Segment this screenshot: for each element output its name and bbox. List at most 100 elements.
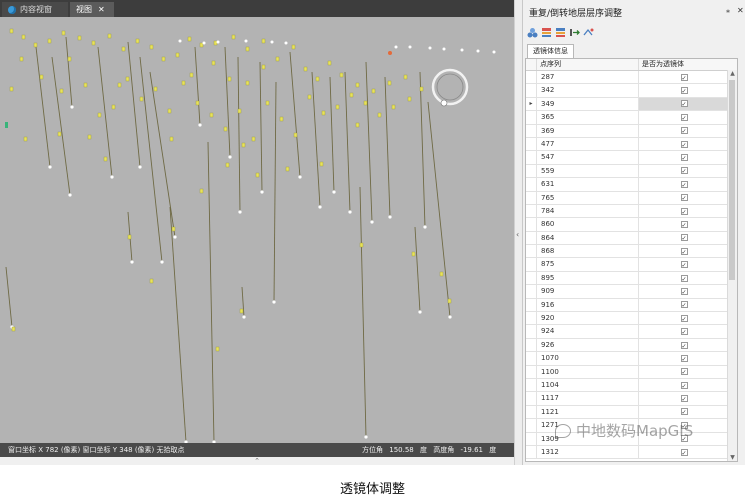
- row-selector[interactable]: [526, 285, 537, 298]
- is-lens-checkbox[interactable]: ✓: [680, 381, 688, 390]
- row-selector[interactable]: [526, 258, 537, 271]
- is-lens-checkbox[interactable]: ✓: [680, 314, 688, 323]
- row-selector[interactable]: [526, 378, 537, 392]
- table-row[interactable]: ▸ 349 ✓: [526, 97, 737, 112]
- shuffle-icon[interactable]: [583, 27, 594, 38]
- close-icon[interactable]: ✕: [98, 5, 105, 14]
- is-lens-checkbox[interactable]: ✓: [680, 127, 688, 135]
- table-row[interactable]: 342 ✓: [526, 84, 737, 98]
- tab-content-view[interactable]: 内容视窗: [2, 2, 68, 17]
- table-row[interactable]: 864 ✓: [526, 231, 737, 246]
- column-header-is-lens[interactable]: 是否为透镜体: [639, 59, 729, 70]
- table-row[interactable]: 784 ✓: [526, 204, 737, 219]
- is-lens-checkbox[interactable]: ✓: [680, 247, 688, 256]
- row-selector[interactable]: [526, 111, 537, 124]
- row-selector[interactable]: [526, 84, 537, 97]
- flip-icon[interactable]: [555, 27, 566, 38]
- is-lens-checkbox[interactable]: ✓: [680, 140, 688, 149]
- row-selector[interactable]: [526, 405, 537, 419]
- table-row[interactable]: 1104 ✓: [526, 378, 737, 393]
- table-row[interactable]: 920 ✓: [526, 312, 737, 326]
- is-lens-checkbox[interactable]: ✓: [680, 154, 688, 162]
- table-row[interactable]: 860 ✓: [526, 218, 737, 232]
- table-row[interactable]: 365 ✓: [526, 111, 737, 125]
- row-selector[interactable]: [526, 365, 537, 378]
- row-selector[interactable]: [526, 204, 537, 218]
- panel-splitter[interactable]: ‹: [514, 0, 522, 465]
- row-selector[interactable]: [526, 71, 537, 84]
- is-lens-checkbox[interactable]: ✓: [680, 261, 688, 269]
- row-selector[interactable]: [526, 271, 537, 285]
- is-lens-checkbox[interactable]: ✓: [680, 395, 688, 403]
- is-lens-checkbox[interactable]: ✓: [680, 287, 688, 296]
- scroll-up-icon[interactable]: ▲: [728, 70, 737, 77]
- is-lens-checkbox[interactable]: ✓: [680, 113, 688, 122]
- row-selector[interactable]: [526, 338, 537, 352]
- table-row[interactable]: 1070 ✓: [526, 352, 737, 366]
- is-lens-checkbox[interactable]: ✓: [680, 207, 688, 216]
- row-selector[interactable]: [526, 151, 537, 164]
- table-row[interactable]: 765 ✓: [526, 191, 737, 205]
- row-selector[interactable]: ▸: [526, 97, 537, 111]
- table-row[interactable]: 875 ✓: [526, 258, 737, 272]
- table-row[interactable]: 916 ✓: [526, 298, 737, 313]
- borehole-scene[interactable]: [0, 17, 514, 457]
- bottom-panel-grip[interactable]: ⌃: [0, 457, 514, 465]
- is-lens-checkbox[interactable]: ✓: [680, 220, 688, 229]
- tab-lens-info[interactable]: 透镜体信息: [527, 44, 574, 58]
- is-lens-checkbox[interactable]: ✓: [680, 341, 688, 350]
- layers-icon[interactable]: [527, 27, 538, 38]
- table-row[interactable]: 926 ✓: [526, 338, 737, 353]
- tab-view[interactable]: 视图 ✕: [70, 2, 114, 17]
- row-selector[interactable]: [526, 312, 537, 325]
- table-scrollbar[interactable]: ▲ ▼: [727, 70, 737, 461]
- is-lens-checkbox[interactable]: ✓: [680, 180, 688, 189]
- row-selector[interactable]: [526, 137, 537, 151]
- table-row[interactable]: 895 ✓: [526, 271, 737, 286]
- row-selector[interactable]: [526, 392, 537, 405]
- table-row[interactable]: 631 ✓: [526, 178, 737, 192]
- row-selector[interactable]: [526, 124, 537, 137]
- pin-icon[interactable]: ⁎: [726, 6, 730, 15]
- is-lens-checkbox[interactable]: ✓: [680, 100, 688, 108]
- row-selector[interactable]: [526, 245, 537, 258]
- row-selector[interactable]: [526, 218, 537, 231]
- column-header-sequence[interactable]: 点序列: [537, 59, 639, 70]
- table-row[interactable]: 909 ✓: [526, 285, 737, 299]
- is-lens-checkbox[interactable]: ✓: [680, 408, 688, 416]
- is-lens-checkbox[interactable]: ✓: [680, 368, 688, 376]
- is-lens-checkbox[interactable]: ✓: [680, 87, 688, 95]
- row-selector[interactable]: [526, 231, 537, 245]
- is-lens-checkbox[interactable]: ✓: [680, 234, 688, 242]
- row-selector[interactable]: [526, 432, 537, 445]
- reorder-icon[interactable]: [541, 27, 552, 38]
- table-row[interactable]: 1312 ✓: [526, 445, 737, 460]
- is-lens-checkbox[interactable]: ✓: [680, 448, 688, 457]
- is-lens-checkbox[interactable]: ✓: [680, 301, 688, 309]
- scrollbar-thumb[interactable]: [729, 80, 735, 280]
- table-row[interactable]: 868 ✓: [526, 245, 737, 259]
- table-row[interactable]: 477 ✓: [526, 137, 737, 152]
- row-selector[interactable]: [526, 164, 537, 178]
- is-lens-checkbox[interactable]: ✓: [680, 354, 688, 363]
- table-row[interactable]: 369 ✓: [526, 124, 737, 138]
- is-lens-checkbox[interactable]: ✓: [680, 73, 688, 82]
- table-row[interactable]: 1100 ✓: [526, 365, 737, 379]
- table-row[interactable]: 1121 ✓: [526, 405, 737, 420]
- move-icon[interactable]: [569, 27, 580, 38]
- row-selector[interactable]: [526, 352, 537, 365]
- row-selector[interactable]: [526, 419, 537, 432]
- is-lens-checkbox[interactable]: ✓: [680, 328, 688, 336]
- close-icon[interactable]: ✕: [737, 6, 744, 15]
- table-row[interactable]: 924 ✓: [526, 325, 737, 339]
- scroll-down-icon[interactable]: ▼: [728, 454, 737, 461]
- row-selector[interactable]: [526, 445, 537, 459]
- chevron-left-icon[interactable]: ‹: [516, 230, 519, 239]
- is-lens-checkbox[interactable]: ✓: [680, 274, 688, 283]
- scene-viewport[interactable]: 窗口坐标 X 782 (像素) 窗口坐标 Y 348 (像素) 无拾取点 方位角…: [0, 17, 514, 457]
- row-selector[interactable]: [526, 298, 537, 312]
- table-row[interactable]: 547 ✓: [526, 151, 737, 165]
- row-selector[interactable]: [526, 178, 537, 191]
- table-row[interactable]: 559 ✓: [526, 164, 737, 179]
- table-row[interactable]: 287 ✓: [526, 71, 737, 85]
